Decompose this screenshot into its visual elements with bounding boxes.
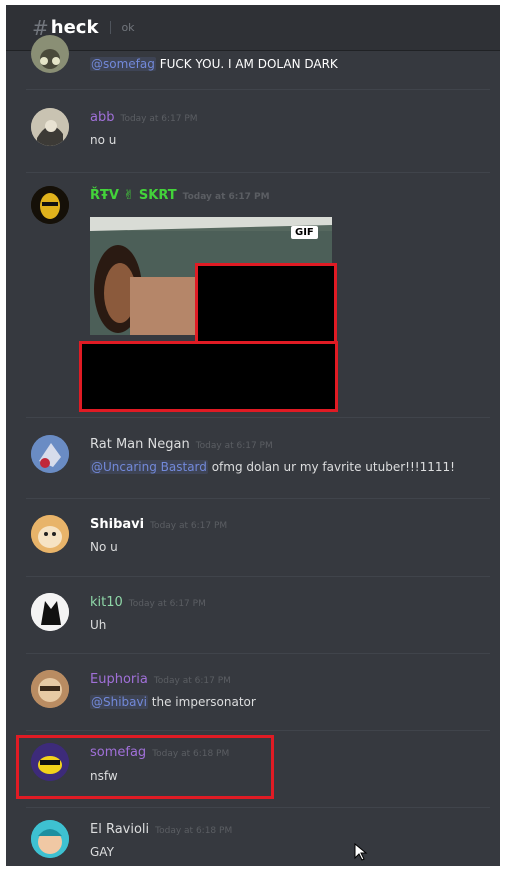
message-shibavi: Shibavi Today at 6:17 PM No u bbox=[6, 510, 500, 570]
message-content: @Uncaring Bastard ofmg dolan ur my favri… bbox=[90, 460, 455, 474]
username[interactable]: Shibavi Today at 6:17 PM bbox=[90, 517, 227, 532]
user-mention[interactable]: @Shibavi bbox=[90, 695, 148, 709]
message-text: Uh bbox=[90, 618, 107, 632]
message-abb: abb Today at 6:17 PM no u bbox=[6, 103, 500, 163]
username-text[interactable]: ŘŦV ✌ SKRT bbox=[90, 188, 177, 203]
timestamp: Today at 6:17 PM bbox=[153, 676, 231, 686]
highlight-box bbox=[195, 263, 337, 345]
timestamp: Today at 6:18 PM bbox=[155, 826, 233, 836]
message-text: No u bbox=[90, 540, 118, 554]
username-text[interactable]: El Ravioli bbox=[90, 822, 149, 837]
message-text: FUCK YOU. I AM DOLAN DARK bbox=[159, 57, 338, 71]
message-euphoria: Euphoria Today at 6:17 PM @Shibavi the im… bbox=[6, 665, 500, 725]
message-text: GAY bbox=[90, 845, 114, 859]
message-content: @Shibavi the impersonator bbox=[90, 695, 256, 709]
chat-window: # heck ok @somefag FUCK YOU. I AM DOLAN … bbox=[6, 5, 500, 866]
channel-name[interactable]: heck bbox=[51, 17, 99, 38]
message-divider bbox=[26, 730, 490, 731]
avatar[interactable] bbox=[31, 108, 69, 146]
message-kit10: kit10 Today at 6:17 PM Uh bbox=[6, 588, 500, 648]
timestamp: Today at 6:17 PM bbox=[128, 599, 206, 609]
timestamp: Today at 6:17 PM bbox=[120, 114, 198, 124]
username-text[interactable]: Rat Man Negan bbox=[90, 437, 190, 452]
username[interactable]: El Ravioli Today at 6:18 PM bbox=[90, 822, 232, 837]
username[interactable]: kit10 Today at 6:17 PM bbox=[90, 595, 206, 610]
username-text[interactable]: abb bbox=[90, 110, 114, 125]
message-dolan: @somefag FUCK YOU. I AM DOLAN DARK bbox=[6, 35, 500, 75]
timestamp: Today at 6:17 PM bbox=[182, 192, 270, 202]
message-text: no u bbox=[90, 133, 117, 147]
user-mention[interactable]: @somefag bbox=[90, 57, 156, 71]
message-divider bbox=[26, 89, 490, 90]
username[interactable]: ŘŦV ✌ SKRT Today at 6:17 PM bbox=[90, 188, 270, 203]
username-text[interactable]: kit10 bbox=[90, 595, 123, 610]
message-rat-man-negan: Rat Man Negan Today at 6:17 PM @Uncaring … bbox=[6, 430, 500, 490]
avatar[interactable] bbox=[31, 186, 69, 224]
message-rtv-skrt: ŘŦV ✌ SKRT Today at 6:17 PM GIF bbox=[6, 181, 500, 421]
timestamp: Today at 6:17 PM bbox=[150, 521, 228, 531]
highlight-box bbox=[79, 341, 338, 412]
message-content: @somefag FUCK YOU. I AM DOLAN DARK bbox=[90, 57, 338, 71]
avatar[interactable] bbox=[31, 593, 69, 631]
message-text: ofmg dolan ur my favrite utuber!!!1111! bbox=[211, 460, 455, 474]
avatar[interactable] bbox=[31, 670, 69, 708]
channel-topic: ok bbox=[110, 21, 135, 34]
mouse-cursor-icon bbox=[354, 843, 368, 861]
avatar[interactable] bbox=[31, 820, 69, 858]
message-divider bbox=[26, 172, 490, 173]
avatar[interactable] bbox=[31, 35, 69, 73]
message-divider bbox=[26, 653, 490, 654]
username-text[interactable]: Shibavi bbox=[90, 517, 144, 532]
highlight-box bbox=[16, 735, 274, 799]
avatar[interactable] bbox=[31, 515, 69, 553]
username[interactable]: abb Today at 6:17 PM bbox=[90, 110, 198, 125]
message-divider bbox=[26, 807, 490, 808]
message-somefag: somefag Today at 6:18 PM nsfw bbox=[6, 735, 500, 801]
username[interactable]: Rat Man Negan Today at 6:17 PM bbox=[90, 437, 273, 452]
message-divider bbox=[26, 576, 490, 577]
timestamp: Today at 6:17 PM bbox=[195, 441, 273, 451]
message-text: the impersonator bbox=[151, 695, 256, 709]
avatar[interactable] bbox=[31, 435, 69, 473]
user-mention[interactable]: @Uncaring Bastard bbox=[90, 460, 208, 474]
username-text[interactable]: Euphoria bbox=[90, 672, 148, 687]
message-el-ravioli: El Ravioli Today at 6:18 PM GAY bbox=[6, 815, 500, 866]
message-divider bbox=[26, 498, 490, 499]
gif-badge: GIF bbox=[291, 226, 318, 239]
message-divider bbox=[26, 417, 490, 418]
username[interactable]: Euphoria Today at 6:17 PM bbox=[90, 672, 231, 687]
